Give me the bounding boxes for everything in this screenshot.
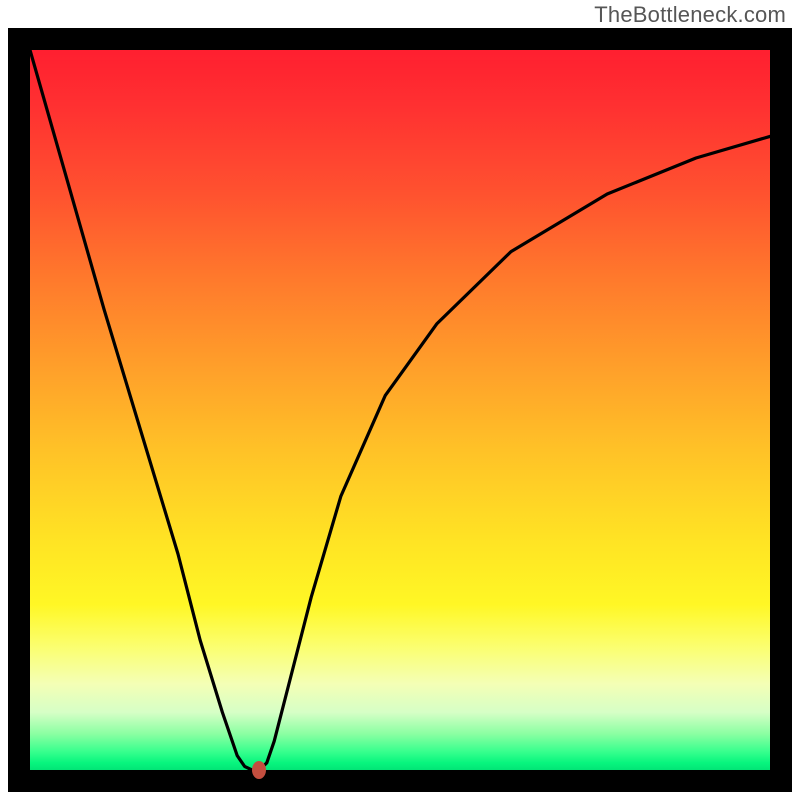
attribution-label: TheBottleneck.com <box>594 2 786 28</box>
bottleneck-curve <box>30 50 770 770</box>
plot-border <box>8 28 792 792</box>
optimum-marker <box>252 761 266 779</box>
chart-frame: TheBottleneck.com <box>0 0 800 800</box>
